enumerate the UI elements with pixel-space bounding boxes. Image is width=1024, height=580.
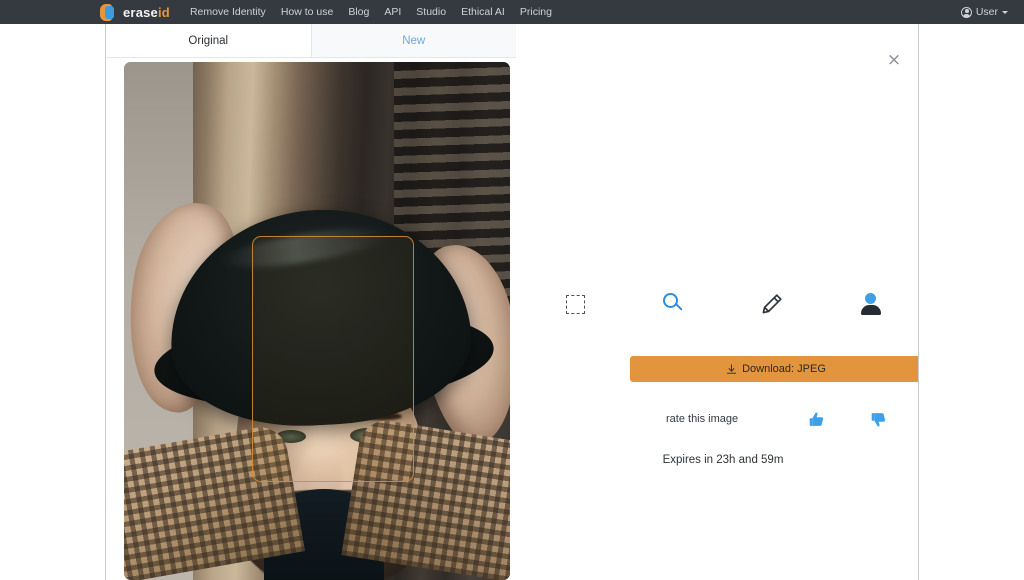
preview-photo[interactable] <box>124 62 510 580</box>
nav-item-api[interactable]: API <box>384 7 401 18</box>
eraseid-logo-icon <box>100 4 117 21</box>
chevron-down-icon <box>1002 11 1008 14</box>
user-menu[interactable]: User <box>961 0 1008 24</box>
rating-row: rate this image <box>666 406 906 432</box>
image-preview-pane <box>124 62 510 580</box>
nav-item-ethical-ai[interactable]: Ethical AI <box>461 7 505 18</box>
nav-item-remove-identity[interactable]: Remove Identity <box>190 7 266 18</box>
pencil-icon <box>760 292 784 316</box>
tab-original[interactable]: Original <box>106 24 312 57</box>
download-icon <box>726 364 737 375</box>
brand-id: id <box>158 5 170 20</box>
image-version-tabs: Original New <box>106 24 516 58</box>
nav-item-blog[interactable]: Blog <box>348 7 369 18</box>
search-icon <box>663 293 685 315</box>
result-modal: × Original New <box>105 24 919 580</box>
top-navbar: eraseid Remove Identity How to use Blog … <box>0 0 1024 24</box>
brand-erase: erase <box>123 5 158 20</box>
controls-pane: Download: JPEG rate this image Expires i… <box>526 58 919 580</box>
thumbs-up-icon[interactable] <box>808 411 825 428</box>
identity-tool-button[interactable] <box>822 280 920 328</box>
person-icon <box>860 293 882 315</box>
download-button[interactable]: Download: JPEG <box>630 356 919 382</box>
user-icon <box>961 7 972 18</box>
rating-label: rate this image <box>666 413 738 425</box>
expiry-status: Expires in 23h and 59m <box>526 454 919 466</box>
nav-links: Remove Identity How to use Blog API Stud… <box>190 7 552 18</box>
selection-tool-button[interactable] <box>526 280 625 328</box>
nav-item-how-to-use[interactable]: How to use <box>281 7 334 18</box>
dashed-square-icon <box>566 295 585 314</box>
tool-row <box>526 280 919 328</box>
brand-logo[interactable]: eraseid <box>100 4 170 21</box>
brand-wordmark: eraseid <box>123 6 170 19</box>
photo-jacket-right <box>341 417 510 580</box>
download-button-group: Download: JPEG <box>630 356 919 382</box>
nav-item-pricing[interactable]: Pricing <box>520 7 552 18</box>
thumbs-down-icon[interactable] <box>870 411 887 428</box>
nav-item-studio[interactable]: Studio <box>416 7 446 18</box>
close-icon[interactable]: × <box>883 49 905 71</box>
user-menu-label: User <box>976 6 998 18</box>
edit-tool-button[interactable] <box>723 280 822 328</box>
tab-new[interactable]: New <box>312 24 517 57</box>
download-button-label: Download: JPEG <box>742 363 826 375</box>
zoom-tool-button[interactable] <box>625 280 724 328</box>
